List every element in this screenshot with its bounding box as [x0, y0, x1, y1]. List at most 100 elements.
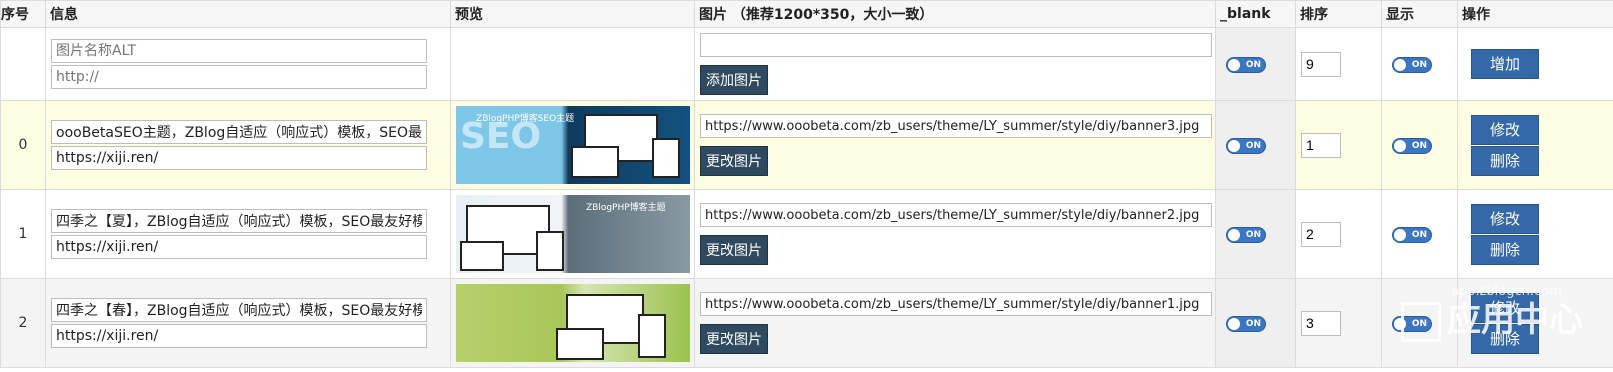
order-input[interactable] [1301, 310, 1341, 336]
preview-cell: ZBlogPHP博客SEO主题 SEO [450, 100, 695, 190]
actions-cell: 增加 [1457, 27, 1613, 101]
toggle-label: ON [1245, 60, 1261, 70]
add-image-button[interactable]: 添加图片 [700, 65, 768, 95]
preview-cell [450, 278, 695, 368]
order-cell [1295, 278, 1382, 368]
blank-toggle[interactable]: ON [1226, 138, 1266, 154]
toggle-label: ON [1411, 60, 1427, 70]
toggle-knob [1394, 140, 1406, 152]
preview-laptop [571, 146, 619, 178]
preview-overlay-text: SEO [460, 116, 542, 157]
edit-button[interactable]: 修改 [1471, 203, 1539, 234]
alt-input[interactable] [51, 39, 427, 63]
order-input[interactable] [1301, 132, 1341, 158]
change-image-button[interactable]: 更改图片 [700, 324, 768, 354]
alt-input[interactable] [51, 120, 427, 144]
order-input[interactable] [1301, 51, 1341, 77]
header-order: 排序 [1295, 0, 1382, 28]
preview-tablet [652, 138, 680, 178]
link-input[interactable] [51, 324, 427, 348]
show-toggle[interactable]: ON [1392, 57, 1432, 73]
header-blank: _blank [1215, 0, 1296, 28]
alt-input[interactable] [51, 209, 427, 233]
header-image: 图片 （推荐1200*350，大小一致） [694, 0, 1216, 28]
image-url-input[interactable] [700, 114, 1212, 138]
slide-table: 序号 信息 预览 图片 （推荐1200*350，大小一致） _blank 排序 … [0, 0, 1613, 368]
delete-button[interactable]: 删除 [1471, 234, 1539, 265]
info-cell [45, 189, 451, 279]
header-preview: 预览 [450, 0, 695, 28]
row-index: 2 [0, 278, 46, 368]
image-cell: 更改图片 [694, 100, 1216, 190]
blank-cell: ON [1215, 278, 1296, 368]
toggle-label: ON [1245, 319, 1261, 329]
show-toggle[interactable]: ON [1392, 138, 1432, 154]
blank-cell: ON [1215, 27, 1296, 101]
row-index: 0 [0, 100, 46, 190]
table-row: 2 更改图片 ON ON [0, 278, 1613, 368]
table-row: 1 ZBlogPHP博客主题 更改图片 ON [0, 189, 1613, 279]
header-actions: 操作 [1457, 0, 1613, 28]
show-cell: ON [1381, 189, 1458, 279]
alt-input[interactable] [51, 298, 427, 322]
header-index: 序号 [0, 0, 46, 28]
show-cell: ON [1381, 100, 1458, 190]
new-slide-row: 添加图片 ON ON 增加 [0, 27, 1613, 101]
index-cell [0, 27, 46, 101]
banner-preview-image: ZBlogPHP博客主题 [456, 195, 690, 273]
toggle-knob [1394, 59, 1406, 71]
row-index: 1 [0, 189, 46, 279]
info-cell [45, 27, 451, 101]
toggle-label: ON [1411, 230, 1427, 240]
info-cell [45, 278, 451, 368]
image-url-input[interactable] [700, 33, 1212, 57]
watermark-site: app.zblogcn.com [1451, 284, 1562, 299]
order-input[interactable] [1301, 221, 1341, 247]
edit-button[interactable]: 修改 [1471, 114, 1539, 145]
header-info: 信息 [45, 0, 451, 28]
order-cell [1295, 189, 1382, 279]
order-cell [1295, 100, 1382, 190]
show-toggle[interactable]: ON [1392, 227, 1432, 243]
preview-tablet [536, 231, 564, 271]
info-cell [45, 100, 451, 190]
toggle-knob [1228, 59, 1240, 71]
table-header-row: 序号 信息 预览 图片 （推荐1200*350，大小一致） _blank 排序 … [0, 0, 1613, 28]
image-url-input[interactable] [700, 203, 1212, 227]
change-image-button[interactable]: 更改图片 [700, 235, 768, 265]
blank-toggle[interactable]: ON [1226, 227, 1266, 243]
delete-button[interactable]: 删除 [1471, 145, 1539, 176]
image-cell: 更改图片 [694, 278, 1216, 368]
blank-cell: ON [1215, 100, 1296, 190]
toggle-knob [1228, 229, 1240, 241]
add-button[interactable]: 增加 [1471, 49, 1539, 79]
table-row: 0 ZBlogPHP博客SEO主题 SEO 更改图片 ON [0, 100, 1613, 190]
toggle-label: ON [1245, 230, 1261, 240]
link-input[interactable] [51, 146, 427, 170]
toggle-label: ON [1245, 141, 1261, 151]
preview-laptop [556, 328, 604, 360]
banner-preview-image: ZBlogPHP博客SEO主题 SEO [456, 106, 690, 184]
toggle-knob [1228, 318, 1240, 330]
image-cell: 添加图片 [694, 27, 1216, 101]
banner-preview-image [456, 284, 690, 362]
toggle-knob [1228, 140, 1240, 152]
link-input[interactable] [51, 235, 427, 259]
show-cell: ON [1381, 27, 1458, 101]
image-cell: 更改图片 [694, 189, 1216, 279]
preview-tablet [638, 314, 666, 358]
change-image-button[interactable]: 更改图片 [700, 146, 768, 176]
header-show: 显示 [1381, 0, 1458, 28]
actions-cell: 修改 删除 [1457, 189, 1613, 279]
blank-toggle[interactable]: ON [1226, 316, 1266, 332]
toggle-label: ON [1411, 141, 1427, 151]
watermark-text: 应用中心 [1447, 300, 1583, 340]
link-input[interactable] [51, 65, 427, 89]
preview-laptop [460, 241, 504, 271]
image-url-input[interactable] [700, 292, 1212, 316]
preview-cell: ZBlogPHP博客主题 [450, 189, 695, 279]
order-cell [1295, 27, 1382, 101]
toggle-label: ON [1411, 319, 1427, 329]
blank-toggle[interactable]: ON [1226, 57, 1266, 73]
preview-heading: ZBlogPHP博客主题 [586, 203, 666, 213]
